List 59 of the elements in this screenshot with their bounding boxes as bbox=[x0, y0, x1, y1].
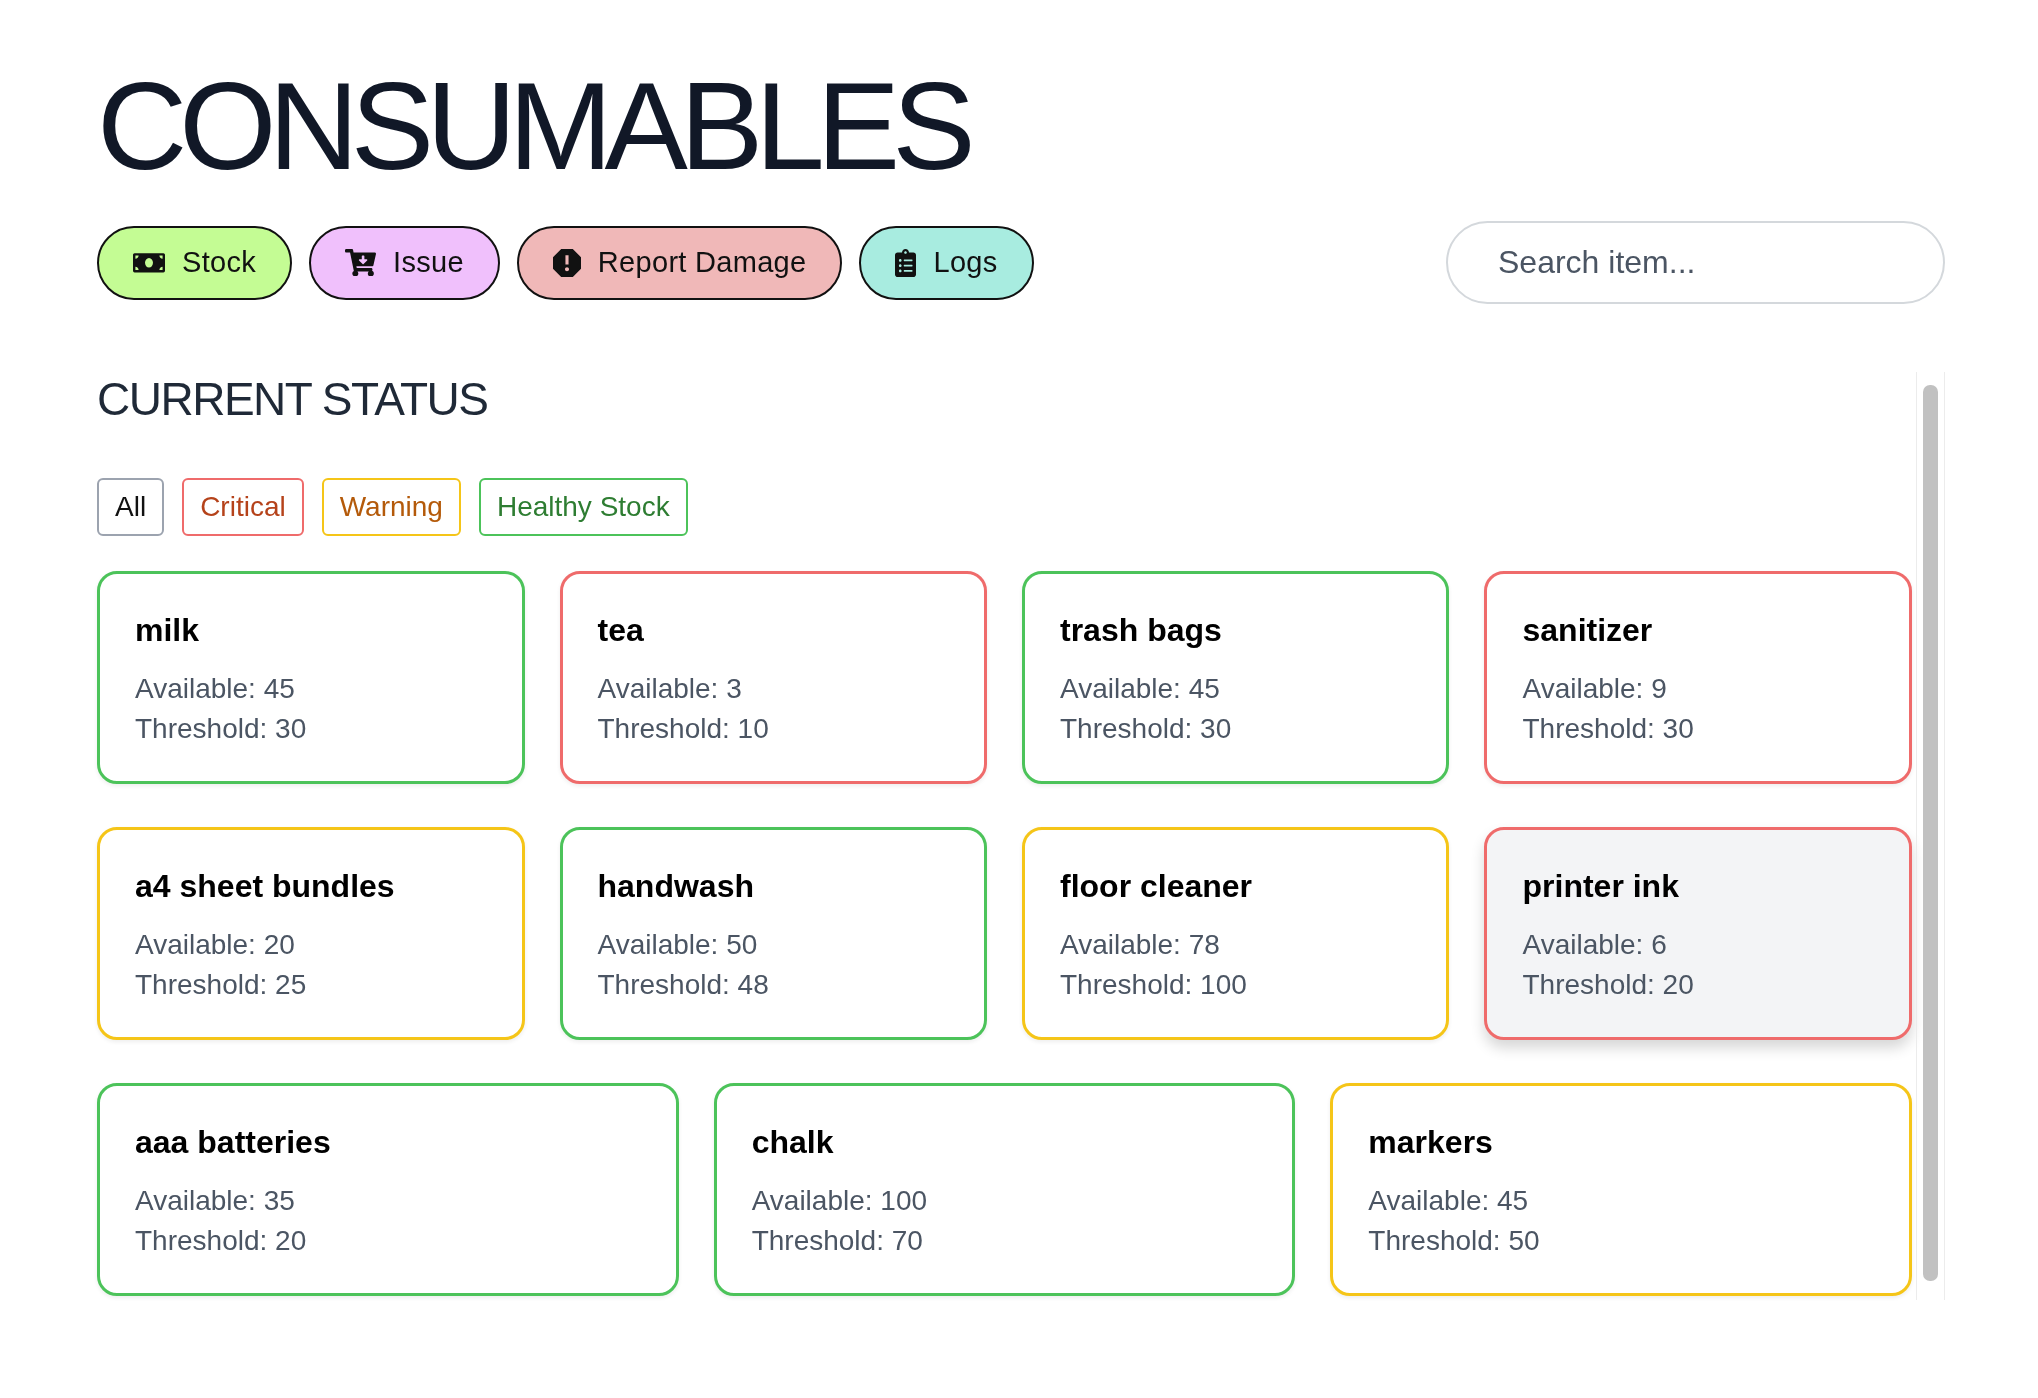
section-heading: CURRENT STATUS bbox=[97, 372, 488, 427]
item-name: chalk bbox=[751, 1123, 834, 1163]
available-count: Available: 20 bbox=[135, 928, 295, 963]
item-name: a4 sheet bundles bbox=[135, 867, 395, 907]
page-title: CONSUMABLES bbox=[97, 63, 968, 188]
threshold-value: Threshold: 30 bbox=[1522, 712, 1694, 747]
search-field[interactable]: Search item... bbox=[1446, 221, 1945, 304]
action-button[interactable]: Report Damage bbox=[516, 225, 843, 300]
available-count: Available: 6 bbox=[1522, 928, 1667, 963]
scrollbar-thumb[interactable] bbox=[1923, 385, 1938, 1282]
item-name: handwash bbox=[597, 867, 754, 907]
filter-button[interactable]: All bbox=[97, 478, 165, 537]
threshold-value: Threshold: 100 bbox=[1060, 968, 1247, 1003]
clipboard-list-icon bbox=[895, 248, 917, 277]
available-count: Available: 45 bbox=[1060, 672, 1220, 707]
available-count: Available: 35 bbox=[135, 1184, 295, 1219]
item-card[interactable]: trash bags Available: 45 Threshold: 30 bbox=[1022, 571, 1450, 785]
threshold-value: Threshold: 20 bbox=[135, 1224, 307, 1259]
action-button[interactable]: Issue bbox=[309, 225, 500, 300]
threshold-value: Threshold: 25 bbox=[135, 968, 307, 1003]
threshold-value: Threshold: 48 bbox=[597, 968, 769, 1003]
available-count: Available: 100 bbox=[751, 1184, 928, 1219]
item-card[interactable]: markers Available: 45 Threshold: 50 bbox=[1330, 1083, 1912, 1297]
item-name: tea bbox=[597, 611, 644, 651]
threshold-value: Threshold: 20 bbox=[1522, 968, 1694, 1003]
threshold-value: Threshold: 10 bbox=[597, 712, 769, 747]
threshold-value: Threshold: 70 bbox=[751, 1224, 923, 1259]
available-count: Available: 50 bbox=[597, 928, 758, 963]
item-card[interactable]: sanitizer Available: 9 Threshold: 30 bbox=[1484, 571, 1912, 785]
cart-icon bbox=[345, 248, 377, 277]
item-card[interactable]: milk Available: 45 Threshold: 30 bbox=[97, 571, 525, 785]
item-name: floor cleaner bbox=[1060, 867, 1253, 907]
available-count: Available: 9 bbox=[1522, 672, 1667, 707]
available-count: Available: 3 bbox=[597, 672, 742, 707]
item-card[interactable]: aaa batteries Available: 35 Threshold: 20 bbox=[97, 1083, 679, 1297]
filter-button[interactable]: Healthy Stock bbox=[478, 478, 688, 537]
available-count: Available: 45 bbox=[1368, 1184, 1529, 1219]
item-name: printer ink bbox=[1522, 867, 1679, 907]
item-name: milk bbox=[135, 611, 200, 651]
item-card[interactable]: handwash Available: 50 Threshold: 48 bbox=[559, 827, 987, 1041]
available-count: Available: 45 bbox=[135, 672, 295, 707]
threshold-value: Threshold: 50 bbox=[1368, 1224, 1540, 1259]
filter-button[interactable]: Critical bbox=[182, 478, 304, 537]
exclamation-octagon-icon bbox=[552, 248, 581, 277]
item-card[interactable]: chalk Available: 100 Threshold: 70 bbox=[713, 1083, 1296, 1297]
item-name: trash bags bbox=[1060, 611, 1222, 651]
item-name: aaa batteries bbox=[135, 1123, 331, 1163]
item-name: sanitizer bbox=[1522, 611, 1653, 651]
item-card[interactable]: floor cleaner Available: 78 Threshold: 100 bbox=[1022, 827, 1450, 1041]
action-button[interactable]: Logs bbox=[859, 225, 1034, 300]
item-name: markers bbox=[1368, 1123, 1493, 1163]
item-card[interactable]: tea Available: 3 Threshold: 10 bbox=[559, 571, 987, 785]
filter-button[interactable]: Warning bbox=[321, 478, 461, 537]
item-card[interactable]: printer ink Available: 6 Threshold: 20 bbox=[1484, 827, 1912, 1041]
action-button[interactable]: Stock bbox=[97, 225, 293, 300]
available-count: Available: 78 bbox=[1060, 928, 1220, 963]
threshold-value: Threshold: 30 bbox=[1060, 712, 1232, 747]
item-card[interactable]: a4 sheet bundles Available: 20 Threshold: 25 bbox=[97, 827, 525, 1041]
threshold-value: Threshold: 30 bbox=[135, 712, 307, 747]
